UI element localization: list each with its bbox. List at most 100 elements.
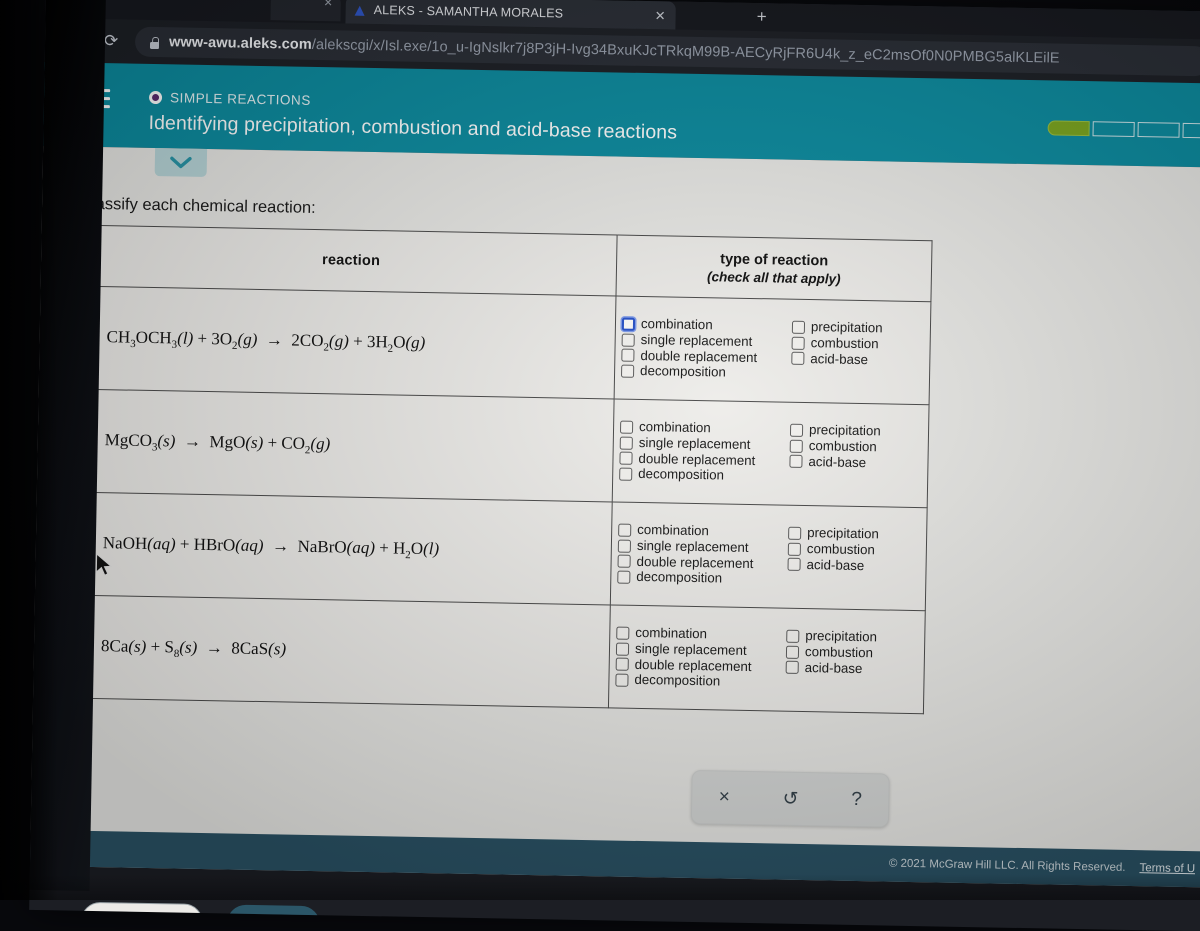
table-body: CH3OCH3(l) + 3O2(g) → 2CO2(g) + 3H2O(g) c… — [77, 286, 931, 714]
checkbox-label: decomposition — [636, 569, 723, 586]
clear-icon[interactable]: × — [719, 786, 730, 808]
checkbox-icon[interactable] — [617, 570, 631, 585]
plus-icon[interactable]: + — [750, 6, 772, 28]
terms-of-use-link[interactable]: Terms of U — [1139, 862, 1195, 875]
table-row: MgCO3(s) → MgO(s) + CO2(g) combination pre… — [81, 389, 930, 508]
checkbox-icon[interactable] — [787, 542, 802, 556]
checkbox-option-acid-base[interactable]: acid-base — [785, 659, 924, 677]
checkbox-label: combustion — [804, 643, 874, 660]
page-footer: © 2021 McGraw Hill LLC. All Rights Reser… — [29, 829, 1200, 888]
checkbox-icon[interactable] — [785, 661, 799, 675]
url-text: www-awu.aleks.com/alekscgi/x/Isl.exe/1o_… — [169, 34, 1060, 66]
checkbox-icon[interactable] — [621, 317, 636, 331]
checkbox-label: precipitation — [805, 627, 878, 645]
checkbox-icon[interactable] — [787, 558, 801, 572]
checkbox-icon[interactable] — [789, 439, 803, 453]
checkbox-icon[interactable] — [616, 626, 630, 640]
module-dot-icon — [148, 90, 163, 105]
favicon-icon — [354, 3, 367, 16]
tab-title: ALEKS - SAMANTHA MORALES — [373, 3, 564, 21]
checkbox-icon[interactable] — [619, 467, 633, 482]
reaction-type-options: combination precipitation single replaceme… — [608, 604, 926, 714]
checkbox-icon[interactable] — [788, 526, 802, 540]
progress-segment-1 — [1047, 120, 1090, 137]
background-tab[interactable]: ✕ — [270, 0, 341, 22]
checkbox-label: single replacement — [636, 537, 749, 555]
progress-segment-4 — [1182, 122, 1200, 139]
module-label-group: SIMPLE REACTIONS — [148, 90, 311, 108]
checkbox-icon[interactable] — [617, 539, 632, 553]
checkbox-label: precipitation — [810, 318, 883, 336]
checkbox-option-acid-base[interactable]: acid-base — [787, 557, 925, 574]
checkbox-label: single replacement — [640, 331, 753, 349]
checkbox-label: precipitation — [808, 421, 881, 439]
checkbox-icon[interactable] — [619, 452, 633, 466]
instruction-text: Classify each chemical reaction: — [79, 194, 316, 217]
checkbox-label: acid-base — [808, 453, 867, 470]
checkbox-icon[interactable] — [791, 320, 806, 334]
table-row: CH3OCH3(l) + 3O2(g) → 2CO2(g) + 3H2O(g) c… — [83, 286, 931, 405]
url-host: www-awu.aleks.com — [168, 34, 312, 53]
explanation-button[interactable]: Explanation — [80, 901, 204, 931]
background-tab-close-icon[interactable]: ✕ — [323, 0, 332, 9]
help-icon[interactable]: ? — [851, 789, 862, 811]
check-button[interactable]: Check — [226, 904, 321, 931]
reaction-equation: 8Ca(s) + S8(s) → 8CaS(s) — [77, 595, 611, 708]
checkbox-icon[interactable] — [785, 645, 800, 659]
copyright-text: © 2021 McGraw Hill LLC. All Rights Reser… — [888, 857, 1126, 874]
table-row: NaOH(aq) + HBrO(aq) → NaBrO(aq) + H2O(l)… — [79, 492, 928, 611]
checkbox-icon[interactable] — [615, 673, 629, 688]
checkbox-label: combination — [635, 624, 708, 641]
checkbox-label: combination — [637, 521, 710, 538]
reaction-equation: MgCO3(s) → MgO(s) + CO2(g) — [81, 389, 615, 502]
checkbox-icon[interactable] — [791, 336, 805, 350]
reaction-equation: CH3OCH3(l) + 3O2(g) → 2CO2(g) + 3H2O(g) — [83, 286, 616, 399]
close-icon[interactable]: ✕ — [653, 8, 668, 23]
checkbox-label: acid-base — [810, 350, 869, 367]
progress-indicator — [1047, 120, 1200, 139]
lock-icon — [149, 35, 160, 48]
checkbox-icon[interactable] — [619, 436, 633, 450]
checkbox-icon[interactable] — [786, 629, 800, 643]
progress-segment-3 — [1137, 122, 1180, 138]
page-title: Identifying precipitation, combustion an… — [148, 111, 678, 144]
progress-segment-2 — [1092, 121, 1135, 137]
checkbox-option-acid-base[interactable]: acid-base — [791, 351, 929, 368]
checkbox-icon[interactable] — [617, 555, 631, 569]
column-header-reaction: reaction — [85, 225, 618, 296]
checkbox-label: acid-base — [804, 659, 863, 676]
chevron-down-icon[interactable] — [154, 148, 208, 177]
checkbox-label: decomposition — [639, 363, 726, 380]
checkbox-label: decomposition — [634, 672, 721, 689]
checkbox-icon[interactable] — [615, 657, 629, 672]
undo-icon[interactable]: ↺ — [782, 787, 798, 810]
checkbox-icon[interactable] — [615, 642, 630, 656]
reaction-equation: NaOH(aq) + HBrO(aq) → NaBrO(aq) + H2O(l) — [79, 492, 613, 605]
checkbox-label: combustion — [810, 334, 879, 351]
column-header-type: type of reaction (check all that apply) — [615, 235, 933, 302]
checkbox-icon[interactable] — [789, 423, 804, 437]
table-row: 8Ca(s) + S8(s) → 8CaS(s) combination preci… — [77, 595, 926, 714]
checkbox-option-acid-base[interactable]: acid-base — [789, 454, 927, 471]
classification-table: reaction type of reaction (check all tha… — [77, 224, 933, 715]
checkbox-icon[interactable] — [620, 364, 635, 379]
action-buttons: Explanation Check — [80, 901, 321, 931]
checkbox-label: combination — [640, 315, 713, 332]
url-path: /alekscgi/x/Isl.exe/1o_u-IgNslkr7j8P3jH-… — [311, 36, 1060, 67]
module-name: SIMPLE REACTIONS — [169, 90, 311, 108]
browser-window: ✕ ALEKS - SAMANTHA MORALES ✕ + → ⟳ www-a… — [29, 0, 1200, 931]
checkbox-label: combustion — [808, 437, 877, 454]
checkbox-icon[interactable] — [619, 420, 634, 434]
exercise-body: Classify each chemical reaction: reactio… — [29, 145, 1200, 931]
checkbox-icon[interactable] — [621, 333, 635, 347]
checkbox-icon[interactable] — [789, 455, 803, 469]
checkbox-icon[interactable] — [621, 349, 635, 363]
checkbox-label: acid-base — [806, 556, 865, 573]
reaction-type-options: combination precipitation single replaceme… — [610, 501, 928, 611]
checkbox-label: single replacement — [638, 434, 751, 452]
checkbox-label: decomposition — [638, 466, 725, 483]
checkbox-label: single replacement — [634, 640, 747, 658]
reaction-type-options: combination precipitation single replaceme… — [612, 398, 930, 508]
checkbox-icon[interactable] — [791, 352, 805, 366]
checkbox-icon[interactable] — [618, 523, 632, 537]
